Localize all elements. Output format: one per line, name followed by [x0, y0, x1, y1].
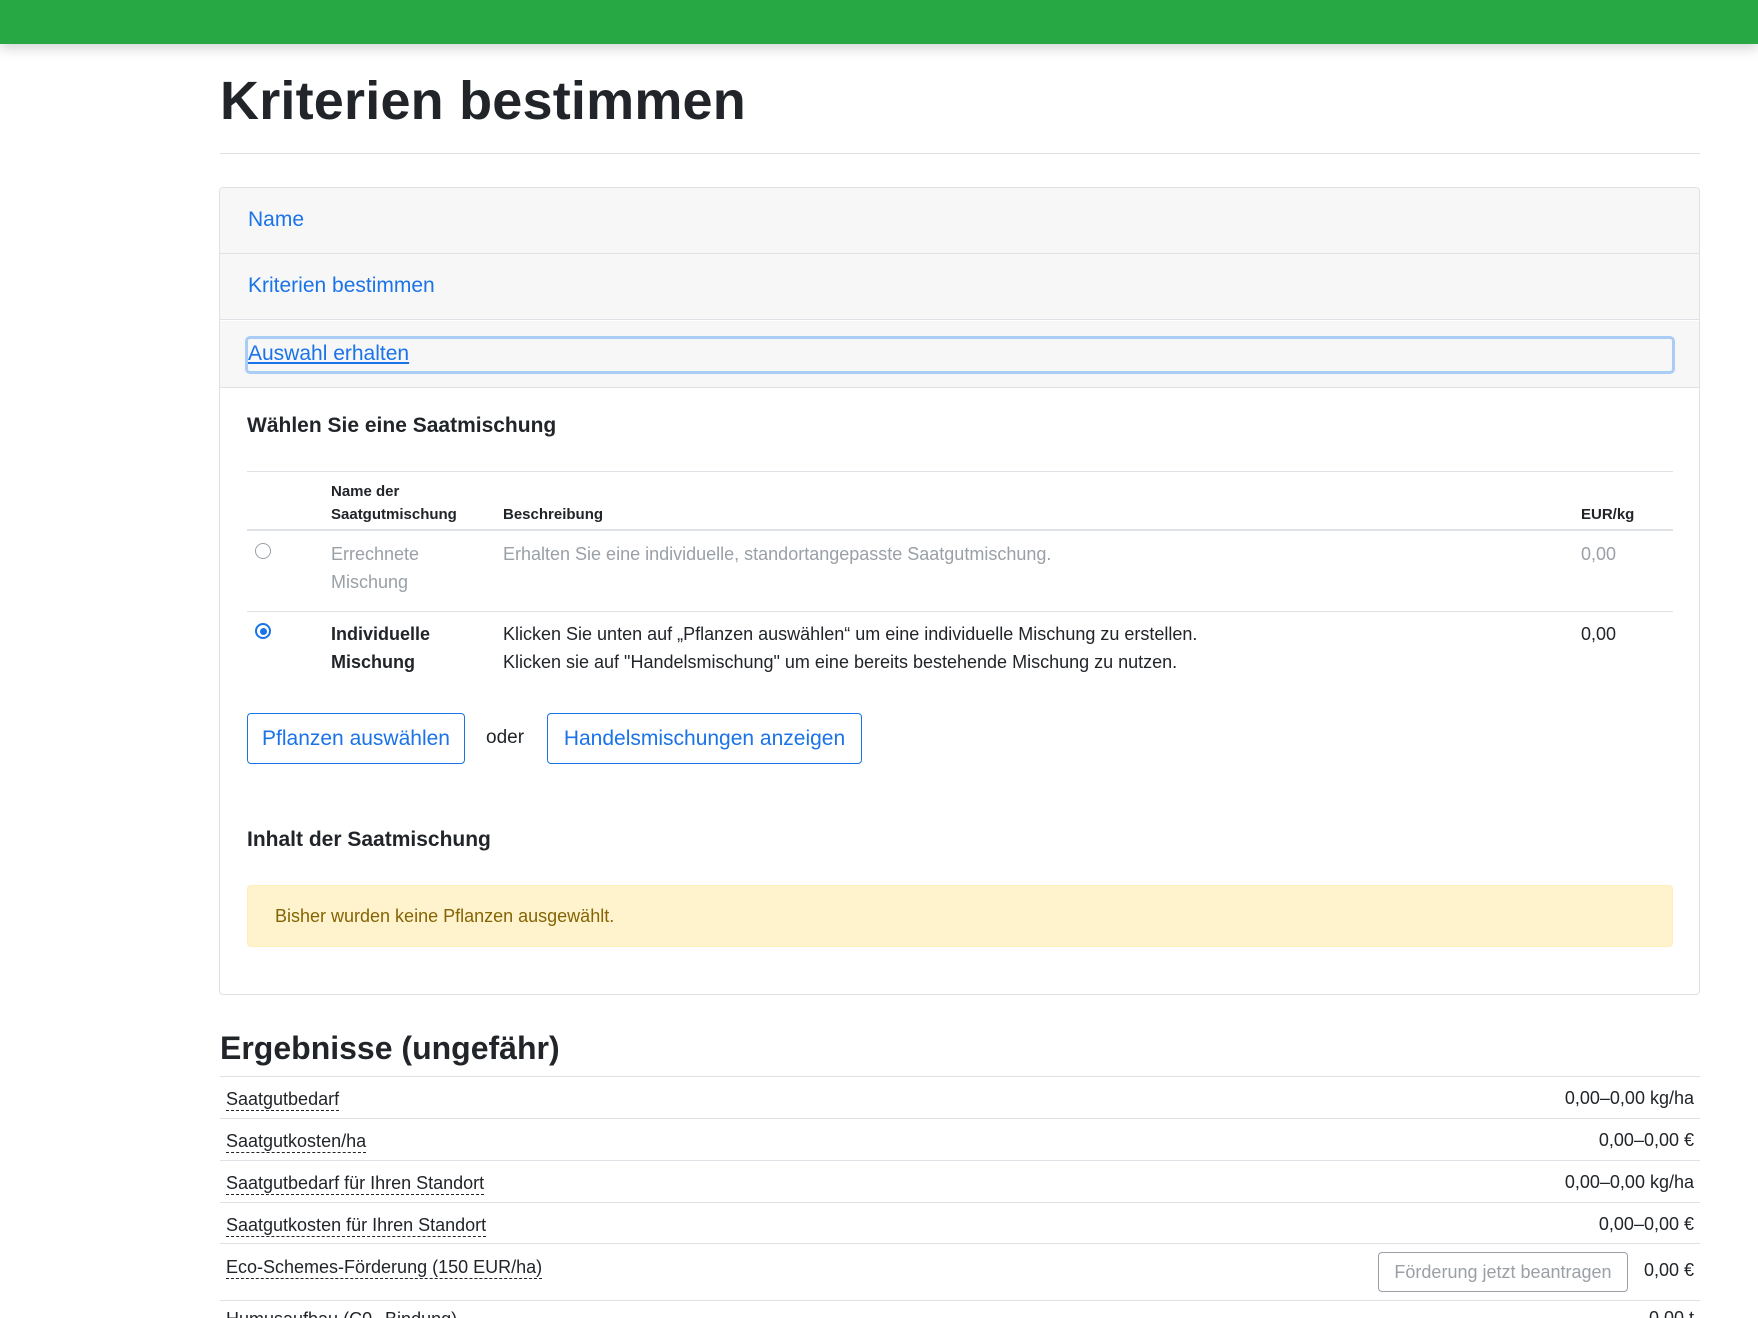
result-label-humus[interactable]: Humusaufbau (C0₂-Bindung)	[226, 1308, 457, 1318]
results-rule	[220, 1160, 1700, 1161]
result-value-eco-schemes: 0,00 €	[1643, 1260, 1694, 1280]
or-label: oder	[486, 727, 525, 748]
result-label-seed-demand[interactable]: Saatgutbedarf	[226, 1088, 340, 1111]
row-name-line2: Mischung	[331, 652, 415, 672]
row-name-line2: Mischung	[331, 572, 409, 592]
table-row: Individuelle Mischung	[331, 620, 430, 676]
wizard-accordion: Name Kriterien bestimmen Auswahl erhalte…	[219, 187, 1700, 995]
table-row-rule	[247, 611, 1673, 612]
result-label-seed-demand-site[interactable]: Saatgutbedarf für Ihren Standort	[226, 1172, 485, 1195]
mixture-radio-computed[interactable]	[255, 543, 271, 559]
row-description: Klicken Sie unten auf „Pflanzen auswähle…	[503, 620, 1197, 676]
row-price: 0,00	[1581, 544, 1617, 564]
accordion-header-criteria[interactable]: Kriterien bestimmen	[220, 254, 1699, 320]
results-rule	[220, 1118, 1700, 1119]
accordion-link-criteria[interactable]: Kriterien bestimmen	[248, 274, 435, 298]
select-plants-button[interactable]: Pflanzen auswählen	[247, 713, 465, 764]
mixture-heading: Wählen Sie eine Saatmischung	[247, 414, 557, 437]
content-heading: Inhalt der Saatmischung	[247, 828, 491, 851]
page-title: Kriterien bestimmen	[220, 71, 746, 131]
result-label-seed-cost-site[interactable]: Saatgutkosten für Ihren Standort	[226, 1214, 487, 1237]
results-rule	[220, 1076, 1700, 1077]
column-header-name-line2: Saatgutmischung	[331, 506, 457, 523]
row-description-line2: Klicken sie auf "Handelsmischung" um ein…	[503, 652, 1178, 672]
accordion-link-name[interactable]: Name	[248, 208, 304, 232]
results-rule	[220, 1300, 1700, 1301]
result-value-seed-cost-ha: 0,00–0,00 €	[1598, 1130, 1694, 1150]
result-value-seed-demand-site: 0,00–0,00 kg/ha	[1564, 1172, 1694, 1192]
apply-funding-button[interactable]: Förderung jetzt beantragen	[1378, 1252, 1628, 1292]
mixture-radio-individual[interactable]	[255, 623, 271, 639]
column-header-name: Name der Saatgutmischung	[331, 480, 457, 526]
accordion-header-name[interactable]: Name	[220, 188, 1699, 254]
title-divider	[220, 153, 1700, 154]
row-description-line1: Klicken Sie unten auf „Pflanzen auswähle…	[503, 624, 1198, 644]
column-header-description: Beschreibung	[503, 506, 604, 523]
show-trade-mixtures-button[interactable]: Handelsmischungen anzeigen	[547, 713, 862, 764]
result-value-humus: 0,00 t	[1648, 1308, 1694, 1318]
results-title: Ergebnisse (ungefähr)	[220, 1030, 560, 1066]
result-value-seed-cost-site: 0,00–0,00 €	[1598, 1214, 1694, 1234]
alert-text: Bisher wurden keine Pflanzen ausgewählt.	[275, 906, 615, 926]
results-rule	[220, 1202, 1700, 1203]
accordion-link-selection[interactable]: Auswahl erhalten	[248, 342, 409, 366]
result-label-eco-schemes[interactable]: Eco-Schemes-Förderung (150 EUR/ha)	[226, 1256, 543, 1279]
column-header-price: EUR/kg	[1581, 506, 1635, 523]
table-row: Errechnete Mischung	[331, 540, 419, 596]
table-header-rule	[247, 529, 1673, 531]
focus-outline	[245, 336, 1675, 374]
row-price: 0,00	[1581, 624, 1617, 644]
column-header-name-line1: Name der	[331, 483, 400, 500]
row-description: Erhalten Sie eine individuelle, standort…	[503, 544, 1052, 564]
empty-selection-alert: Bisher wurden keine Pflanzen ausgewählt.	[247, 885, 1673, 947]
row-name-line1: Errechnete	[331, 544, 420, 564]
result-label-seed-cost-ha[interactable]: Saatgutkosten/ha	[226, 1130, 367, 1153]
row-name-line1: Individuelle	[331, 624, 431, 644]
result-value-seed-demand: 0,00–0,00 kg/ha	[1564, 1088, 1694, 1108]
table-top-rule	[247, 471, 1673, 472]
results-rule	[220, 1243, 1700, 1244]
top-navigation-bar	[0, 0, 1758, 44]
